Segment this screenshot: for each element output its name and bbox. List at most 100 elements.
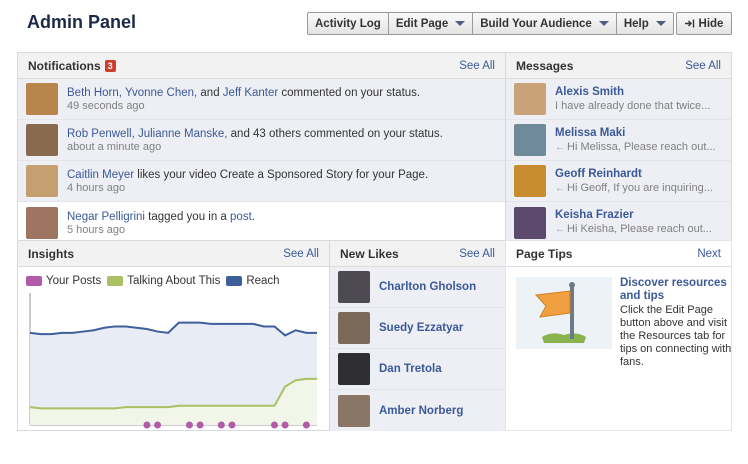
insights-see-all-link[interactable]: See All	[283, 248, 319, 260]
new-like-item[interactable]: Suedy Ezzatyar	[330, 308, 505, 349]
page-tips-heading-link[interactable]: Discover resources and tips	[620, 277, 738, 303]
notification-actor-link[interactable]: Caitlin Meyer	[67, 169, 134, 181]
notification-time: about a minute ago	[67, 141, 162, 153]
notification-item[interactable]: Beth Horn, Yvonne Chen, and Jeff Kanter …	[18, 79, 505, 120]
notification-item[interactable]: Negar Pelligrini tagged you in a post. 5 …	[18, 202, 505, 243]
reply-arrow-icon: ←	[555, 182, 565, 194]
page-tips-text: Click the Edit Page button above and vis…	[620, 304, 732, 368]
legend-swatch	[226, 276, 243, 286]
avatar[interactable]	[514, 83, 546, 115]
message-snippet-text: Hi Geoff, If you are inquiring...	[567, 181, 713, 194]
new-like-item[interactable]: Dan Tretola	[330, 349, 505, 390]
avatar[interactable]	[514, 165, 546, 197]
notifications-title: Notifications	[28, 58, 101, 73]
your-post-point[interactable]	[281, 421, 289, 429]
notifications-see-all-link[interactable]: See All	[459, 60, 495, 72]
avatar[interactable]	[514, 124, 546, 156]
messages-see-all-link[interactable]: See All	[685, 60, 721, 72]
your-post-point[interactable]	[196, 421, 204, 429]
your-post-point[interactable]	[302, 421, 310, 429]
messages-title: Messages	[516, 58, 574, 73]
notification-text-part: likes your video Create a Sponsored Stor…	[134, 169, 429, 181]
notification-text: Negar Pelligrini tagged you in a post.	[67, 210, 255, 224]
notification-count-badge: 3	[104, 59, 116, 72]
new-likes-see-all-link[interactable]: See All	[459, 248, 495, 260]
message-body: Alexis Smith I have already done that twi…	[555, 85, 731, 113]
new-like-name[interactable]: Suedy Ezzatyar	[379, 322, 463, 334]
legend-item[interactable]: Reach	[226, 275, 280, 287]
avatar[interactable]	[26, 83, 58, 115]
avatar[interactable]	[26, 124, 58, 156]
new-like-item[interactable]: Charlton Gholson	[330, 267, 505, 308]
notification-text-tail: commented on your status.	[278, 87, 421, 99]
your-post-point[interactable]	[228, 421, 236, 429]
insights-title: Insights	[28, 246, 75, 261]
messages-list: Alexis Smith I have already done that twi…	[506, 79, 731, 243]
page-tips-title: Page Tips	[516, 246, 573, 261]
message-item[interactable]: Alexis Smith I have already done that twi…	[506, 79, 731, 120]
message-sender[interactable]: Melissa Maki	[555, 126, 731, 140]
hide-icon	[684, 19, 695, 28]
message-body: Melissa Maki ← Hi Melissa, Please reach ou…	[555, 126, 731, 155]
new-like-name[interactable]: Dan Tretola	[379, 363, 442, 375]
message-sender[interactable]: Geoff Reinhardt	[555, 167, 731, 181]
insights-panel: Insights See All Your Posts Talking About…	[17, 240, 330, 431]
message-snippet: ← Hi Keisha, Please reach out...	[555, 222, 731, 237]
new-like-item[interactable]: Amber Norberg	[330, 390, 505, 431]
admin-header: Admin Panel Activity Log Edit Page Build Y…	[0, 0, 748, 48]
avatar[interactable]	[338, 312, 370, 344]
legend-label: Your Posts	[46, 275, 102, 287]
your-post-point[interactable]	[217, 421, 225, 429]
notification-text-tail: .	[251, 210, 255, 223]
message-sender[interactable]: Alexis Smith	[555, 85, 731, 99]
notification-actor-link[interactable]: Rob Penwell, Julianne Manske,	[67, 128, 227, 140]
toolbar-button-build-your-audience[interactable]: Build Your Audience	[472, 12, 616, 35]
messages-panel: Messages See All Alexis Smith I have alre…	[505, 52, 732, 243]
message-snippet-text: I have already done that twice...	[555, 100, 711, 112]
legend-item[interactable]: Your Posts	[26, 275, 101, 287]
message-item[interactable]: Keisha Frazier ← Hi Keisha, Please reach o…	[506, 202, 731, 243]
notification-link[interactable]: Jeff Kanter	[223, 87, 278, 99]
notification-link[interactable]: post	[230, 211, 252, 223]
your-post-point[interactable]	[143, 421, 151, 429]
reply-arrow-icon: ←	[555, 224, 565, 235]
notification-body: Rob Penwell, Julianne Manske, and 43 oth…	[67, 127, 443, 153]
notification-text: Beth Horn, Yvonne Chen, and Jeff Kanter …	[67, 86, 420, 100]
toolbar-button-activity-log[interactable]: Activity Log	[307, 12, 388, 35]
message-sender[interactable]: Keisha Frazier	[555, 208, 731, 222]
avatar[interactable]	[26, 206, 58, 239]
hide-button[interactable]: Hide	[676, 12, 732, 35]
your-post-point[interactable]	[270, 421, 278, 429]
message-item[interactable]: Melissa Maki ← Hi Melissa, Please reach ou…	[506, 120, 731, 161]
page-tips-next-link[interactable]: Next	[697, 248, 721, 260]
avatar[interactable]	[338, 394, 370, 427]
new-like-name[interactable]: Amber Norberg	[379, 405, 463, 417]
notification-item[interactable]: Rob Penwell, Julianne Manske, and 43 oth…	[18, 120, 505, 161]
insights-header: Insights See All	[18, 241, 329, 267]
avatar[interactable]	[338, 271, 370, 303]
notification-actor-link[interactable]: Beth Horn, Yvonne Chen,	[67, 87, 197, 99]
toolbar-button-help[interactable]: Help	[615, 12, 674, 35]
message-snippet: ← Hi Geoff, If you are inquiring...	[555, 181, 731, 196]
notification-text-part: and 43 others commented on your status.	[227, 128, 443, 140]
avatar[interactable]	[514, 206, 546, 239]
insights-chart	[29, 293, 317, 429]
message-snippet: ← Hi Melissa, Please reach out...	[555, 140, 731, 155]
notification-item[interactable]: Caitlin Meyer likes your video Create a …	[18, 161, 505, 202]
notification-actor-link[interactable]: Negar Pelligrini	[67, 211, 145, 223]
your-post-point[interactable]	[185, 421, 193, 429]
your-post-point[interactable]	[154, 421, 162, 429]
legend-item[interactable]: Talking About This	[107, 275, 220, 287]
new-likes-list: Charlton Gholson Suedy Ezzatyar Dan Tretol…	[330, 267, 505, 431]
hide-label: Hide	[698, 17, 724, 30]
message-item[interactable]: Geoff Reinhardt ← Hi Geoff, If you are inq…	[506, 161, 731, 202]
notification-text: Caitlin Meyer likes your video Create a …	[67, 168, 428, 182]
notifications-header: Notifications 3 See All	[18, 53, 505, 79]
avatar[interactable]	[338, 353, 370, 385]
new-likes-header: New Likes See All	[330, 241, 505, 267]
new-like-name[interactable]: Charlton Gholson	[379, 281, 476, 293]
toolbar-button-edit-page[interactable]: Edit Page	[387, 12, 473, 35]
avatar[interactable]	[26, 165, 58, 197]
notification-text: Rob Penwell, Julianne Manske, and 43 oth…	[67, 127, 443, 141]
chevron-down-icon	[655, 21, 666, 26]
